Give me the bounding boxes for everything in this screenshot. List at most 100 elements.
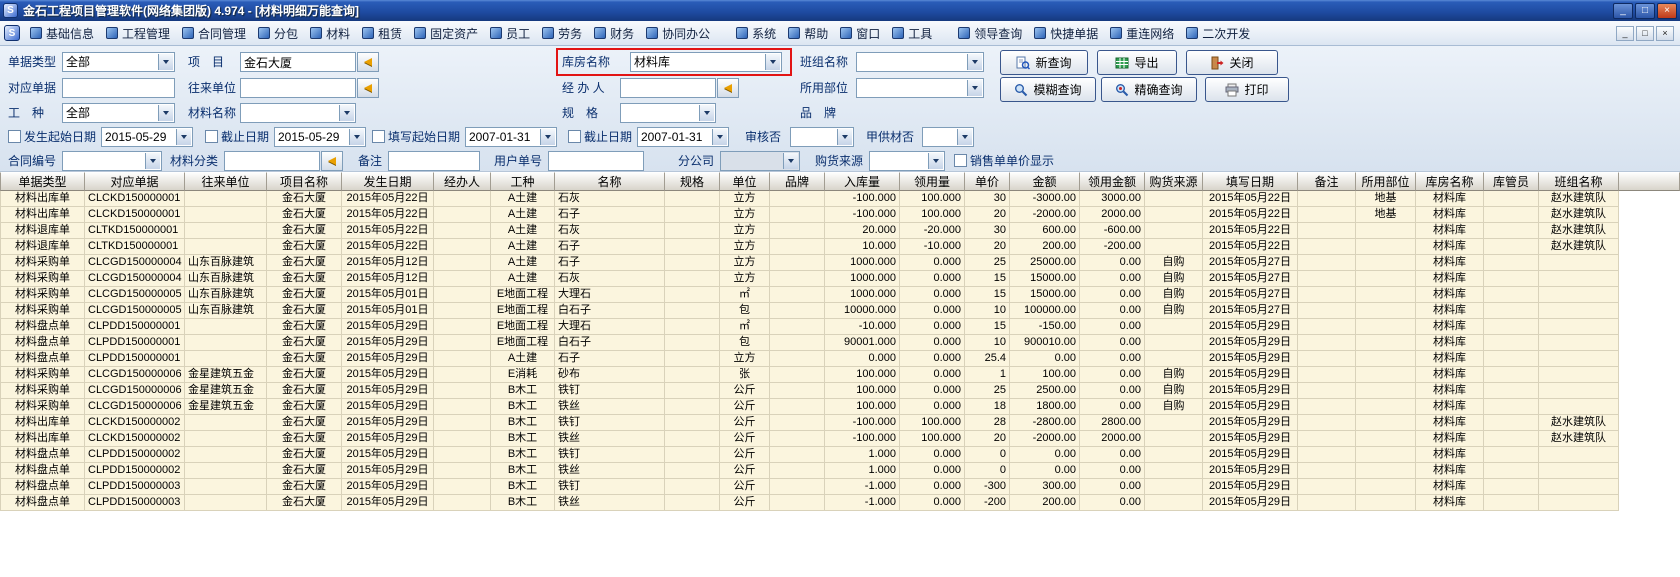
branch-select[interactable] (720, 151, 800, 171)
used-part-select[interactable] (856, 78, 984, 98)
mdi-restore-button[interactable]: □ (1636, 26, 1654, 41)
column-header-agent[interactable]: 经办人 (434, 172, 491, 191)
column-header-occur_date[interactable]: 发生日期 (342, 172, 434, 191)
chevron-down-icon[interactable] (957, 129, 972, 145)
material-name-select[interactable] (240, 103, 356, 123)
table-row[interactable]: 材料采购单CLCGD150000005山东百脉建筑金石大厦2015年05月01日… (0, 303, 1619, 319)
column-header-unit[interactable]: 单位 (720, 172, 770, 191)
window-maximize-button[interactable]: □ (1635, 3, 1655, 19)
menu-item[interactable]: 工程管理 (100, 21, 176, 45)
chevron-down-icon[interactable] (339, 105, 354, 121)
column-header-amount[interactable]: 金额 (1010, 172, 1080, 191)
ref-bill-input[interactable] (62, 78, 175, 98)
column-header-vendor[interactable]: 往来单位 (185, 172, 267, 191)
table-row[interactable]: 材料采购单CLCGD150000005山东百脉建筑金石大厦2015年05月01日… (0, 287, 1619, 303)
table-row[interactable]: 材料采购单CLCGD150000004山东百脉建筑金石大厦2015年05月12日… (0, 255, 1619, 271)
audit-select[interactable] (790, 127, 854, 147)
column-header-doc_no[interactable]: 对应单据 (85, 172, 185, 191)
table-row[interactable]: 材料盘点单CLPDD150000001金石大厦2015年05月29日E地面工程大… (0, 319, 1619, 335)
occur-start-date-checkbox[interactable] (8, 130, 21, 143)
column-header-name[interactable]: 名称 (555, 172, 665, 191)
column-header-fill_date[interactable]: 填写日期 (1203, 172, 1298, 191)
agent-picker-button[interactable] (717, 78, 739, 98)
menu-item[interactable]: 员工 (484, 21, 536, 45)
bill-type-select[interactable]: 全部 (62, 52, 175, 72)
column-header-team[interactable]: 班组名称 (1539, 172, 1619, 191)
project-picker-button[interactable] (357, 52, 379, 72)
work-type-select[interactable]: 全部 (62, 103, 175, 123)
print-button[interactable]: 打印 (1205, 77, 1289, 102)
chevron-down-icon[interactable] (158, 105, 173, 121)
column-header-work_type[interactable]: 工种 (491, 172, 555, 191)
spec-select[interactable] (620, 103, 716, 123)
menu-item[interactable]: 合同管理 (176, 21, 252, 45)
table-row[interactable]: 材料盘点单CLPDD150000003金石大厦2015年05月29日B木工铁钉公… (0, 479, 1619, 495)
menu-item[interactable]: 领导查询 (952, 21, 1028, 45)
agent-input[interactable] (620, 78, 716, 98)
note-input[interactable] (388, 151, 480, 171)
menu-item[interactable]: 协同办公 (640, 21, 716, 45)
window-minimize-button[interactable]: _ (1613, 3, 1633, 19)
menu-item[interactable]: 工具 (886, 21, 938, 45)
table-row[interactable]: 材料盘点单CLPDD150000002金石大厦2015年05月29日B木工铁丝公… (0, 463, 1619, 479)
fill-end-date-select[interactable]: 2007-01-31 (637, 127, 729, 147)
table-row[interactable]: 材料盘点单CLPDD150000001金石大厦2015年05月29日A土建石子立… (0, 351, 1619, 367)
column-header-use_qty[interactable]: 领用量 (900, 172, 965, 191)
menu-item[interactable]: 材料 (304, 21, 356, 45)
exact-query-button[interactable]: 精确查询 (1101, 77, 1197, 102)
chevron-down-icon[interactable] (145, 153, 160, 169)
chevron-down-icon[interactable] (158, 54, 173, 70)
chevron-down-icon[interactable] (176, 129, 191, 145)
contract-no-select[interactable] (62, 151, 162, 171)
chevron-down-icon[interactable] (712, 129, 727, 145)
fill-end-date-checkbox[interactable] (568, 130, 581, 143)
team-select[interactable] (856, 52, 984, 72)
menu-item[interactable]: 租赁 (356, 21, 408, 45)
menu-item[interactable]: 基础信息 (24, 21, 100, 45)
menu-item[interactable]: 快捷单据 (1028, 21, 1104, 45)
chevron-down-icon[interactable] (783, 153, 798, 169)
menu-item[interactable]: 财务 (588, 21, 640, 45)
table-row[interactable]: 材料盘点单CLPDD150000003金石大厦2015年05月29日B木工铁丝公… (0, 495, 1619, 511)
table-row[interactable]: 材料出库单CLCKD150000001金石大厦2015年05月22日A土建石子立… (0, 207, 1619, 223)
column-header-spec[interactable]: 规格 (665, 172, 720, 191)
project-input[interactable] (240, 52, 356, 72)
column-header-in_qty[interactable]: 入库量 (825, 172, 900, 191)
column-header-brand[interactable]: 品牌 (770, 172, 825, 191)
column-header-project[interactable]: 项目名称 (267, 172, 342, 191)
table-row[interactable]: 材料出库单CLCKD150000002金石大厦2015年05月29日B木工铁丝公… (0, 431, 1619, 447)
table-row[interactable]: 材料退库单CLTKD150000001金石大厦2015年05月22日A土建石子立… (0, 239, 1619, 255)
purchase-source-select[interactable] (869, 151, 945, 171)
occur-end-date-select[interactable]: 2015-05-29 (274, 127, 366, 147)
warehouse-select[interactable]: 材料库 (630, 52, 782, 72)
table-row[interactable]: 材料盘点单CLPDD150000001金石大厦2015年05月29日E地面工程白… (0, 335, 1619, 351)
new-query-button[interactable]: 新查询 (1000, 50, 1088, 75)
table-row[interactable]: 材料采购单CLCGD150000006金星建筑五金金石大厦2015年05月29日… (0, 367, 1619, 383)
column-header-use_amount[interactable]: 领用金额 (1080, 172, 1145, 191)
category-picker-button[interactable] (321, 151, 343, 171)
vendor-input[interactable] (240, 78, 356, 98)
table-row[interactable]: 材料采购单CLCGD150000004山东百脉建筑金石大厦2015年05月12日… (0, 271, 1619, 287)
chevron-down-icon[interactable] (928, 153, 943, 169)
mdi-minimize-button[interactable]: _ (1616, 26, 1634, 41)
close-button[interactable]: 关闭 (1186, 50, 1278, 75)
mdi-close-button[interactable]: × (1656, 26, 1674, 41)
menu-item[interactable]: 固定资产 (408, 21, 484, 45)
fuzzy-query-button[interactable]: 模糊查询 (1000, 77, 1096, 102)
table-row[interactable]: 材料退库单CLTKD150000001金石大厦2015年05月22日A土建石灰立… (0, 223, 1619, 239)
fill-start-date-checkbox[interactable] (372, 130, 385, 143)
table-row[interactable]: 材料出库单CLCKD150000001金石大厦2015年05月22日A土建石灰立… (0, 191, 1619, 207)
chevron-down-icon[interactable] (967, 80, 982, 96)
menu-item[interactable]: 分包 (252, 21, 304, 45)
table-row[interactable]: 材料出库单CLCKD150000002金石大厦2015年05月29日B木工铁钉公… (0, 415, 1619, 431)
sale-unit-price-checkbox[interactable] (954, 154, 967, 167)
occur-end-date-checkbox[interactable] (205, 130, 218, 143)
export-button[interactable]: 导出 (1097, 50, 1177, 75)
occur-start-date-select[interactable]: 2015-05-29 (101, 127, 193, 147)
chevron-down-icon[interactable] (967, 54, 982, 70)
table-row[interactable]: 材料盘点单CLPDD150000002金石大厦2015年05月29日B木工铁钉公… (0, 447, 1619, 463)
fill-start-date-select[interactable]: 2007-01-31 (465, 127, 557, 147)
chevron-down-icon[interactable] (699, 105, 714, 121)
column-header-part[interactable]: 所用部位 (1356, 172, 1416, 191)
table-row[interactable]: 材料采购单CLCGD150000006金星建筑五金金石大厦2015年05月29日… (0, 383, 1619, 399)
